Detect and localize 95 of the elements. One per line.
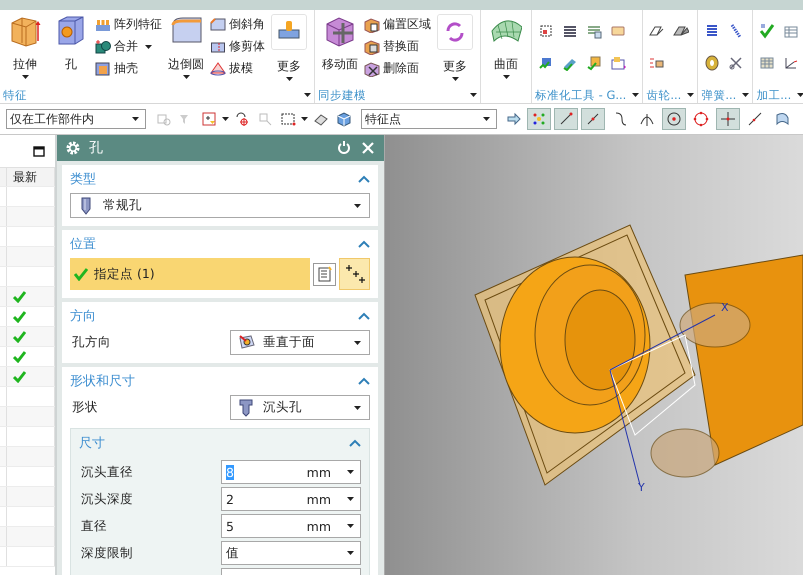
section-title[interactable]: 方向 xyxy=(70,307,96,325)
ribbon-button[interactable]: 阵列特征 xyxy=(95,16,162,33)
group-label: 弹簧... xyxy=(701,88,736,102)
reset-icon[interactable] xyxy=(336,140,352,156)
section-title[interactable]: 形状和尺寸 xyxy=(70,372,135,390)
field-label: 沉头直径 xyxy=(80,464,133,480)
group-label: 加工... xyxy=(756,88,792,102)
ribbon-button[interactable]: 替换面 xyxy=(364,38,431,55)
field-label: 形状 xyxy=(71,399,98,416)
caret-icon[interactable] xyxy=(687,93,694,97)
caret-icon xyxy=(354,204,361,208)
selection-step[interactable]: 指定点 (1) xyxy=(70,258,310,290)
box-icon xyxy=(9,15,41,47)
snap-all-icon[interactable] xyxy=(527,108,551,130)
midpoint-icon[interactable] xyxy=(581,108,605,130)
offset-icon xyxy=(364,16,380,32)
caret-icon xyxy=(502,75,510,79)
caret-icon[interactable] xyxy=(470,93,477,97)
field-label: 深度限制 xyxy=(80,544,133,562)
dropdown[interactable]: 特征点 xyxy=(361,109,497,129)
ribbon-button[interactable]: 曲面 xyxy=(484,14,528,79)
field-label: 直径 xyxy=(80,518,107,534)
gear-icon xyxy=(65,140,81,156)
replace-icon xyxy=(364,38,380,54)
dropdown[interactable]: 常规孔 xyxy=(70,193,370,218)
collapse-icon[interactable] xyxy=(358,175,370,183)
group-label: 同步建模 xyxy=(318,88,366,102)
endpoint-icon[interactable] xyxy=(554,108,578,130)
point-dialog-icon[interactable] xyxy=(313,262,336,286)
caret-icon xyxy=(182,75,190,79)
group-label: 标准化工具 - G... xyxy=(535,88,626,102)
ribbon-button[interactable]: 合并 xyxy=(95,38,162,55)
axis-label: X xyxy=(721,301,729,314)
caret-icon xyxy=(145,44,152,48)
caret-icon xyxy=(286,77,292,81)
ribbon-button[interactable]: 更多 xyxy=(433,14,477,81)
input-field[interactable]: 2 mm xyxy=(221,487,361,511)
dropdown[interactable]: 沉头孔 xyxy=(230,395,370,420)
caret-icon xyxy=(483,117,490,121)
close-icon[interactable] xyxy=(360,140,376,156)
ribbon-button[interactable]: 拔模 xyxy=(210,60,265,77)
section-title[interactable]: 类型 xyxy=(70,170,96,188)
input-field[interactable]: 5 mm xyxy=(221,514,361,538)
ribbon-button[interactable]: 偏置区域 xyxy=(364,16,431,33)
caret-icon[interactable] xyxy=(797,93,803,97)
caret-icon[interactable] xyxy=(632,93,640,97)
sketch-points-icon[interactable] xyxy=(339,258,370,290)
caret-icon xyxy=(301,117,308,121)
caret-icon xyxy=(347,497,354,501)
caret-icon xyxy=(222,117,229,121)
maximize-icon xyxy=(33,146,45,156)
collapse-icon[interactable] xyxy=(358,312,370,320)
dialog-title: 孔 xyxy=(89,139,104,157)
group-label: 齿轮... xyxy=(646,88,682,102)
caret-icon xyxy=(354,340,361,344)
group-label: 特征 xyxy=(3,88,27,102)
counterbore-icon xyxy=(239,398,255,416)
collapse-icon[interactable] xyxy=(358,240,370,248)
arc-center-icon[interactable] xyxy=(662,108,686,130)
caret-icon xyxy=(347,470,354,474)
collapse-icon[interactable] xyxy=(358,377,370,385)
ribbon-button[interactable]: 倒斜角 xyxy=(210,16,265,33)
chamfer-icon xyxy=(210,16,226,32)
field-label: 沉头深度 xyxy=(80,490,133,508)
ribbon-button[interactable]: 删除面 xyxy=(364,60,431,77)
ribbon-button[interactable]: 边倒圆 xyxy=(164,14,208,79)
collapse-icon[interactable] xyxy=(349,439,361,447)
move-face-icon xyxy=(324,15,356,47)
dropdown[interactable]: 值 xyxy=(221,541,361,565)
dropdown[interactable]: 仅在工作部件内 xyxy=(6,109,146,129)
unite-icon xyxy=(95,38,111,54)
caret-icon[interactable] xyxy=(304,93,311,97)
ribbon-button[interactable]: 更多 xyxy=(267,14,311,81)
caret-icon[interactable] xyxy=(742,93,750,97)
caret-icon xyxy=(452,77,458,81)
caret-icon xyxy=(347,524,354,528)
input-field[interactable]: 8 mm xyxy=(221,460,361,484)
field-label: 孔方向 xyxy=(71,334,111,351)
draft-icon xyxy=(210,60,226,76)
normal-face-icon xyxy=(239,334,255,352)
caret-icon xyxy=(132,117,139,121)
ribbon-button[interactable]: 拉伸 xyxy=(3,14,47,79)
shell-icon xyxy=(95,60,111,76)
axis-label: Y xyxy=(638,481,645,494)
delete-face-icon xyxy=(364,60,380,76)
ribbon-button[interactable]: 抽壳 xyxy=(95,60,162,77)
ribbon-button[interactable]: 孔 xyxy=(49,14,93,73)
caret-icon xyxy=(22,75,28,79)
dropdown[interactable]: 垂直于面 xyxy=(230,330,370,355)
caret-icon xyxy=(354,406,361,410)
caret-icon xyxy=(347,551,354,555)
ribbon-button[interactable]: 移动面 xyxy=(318,14,362,73)
crosshair-icon[interactable] xyxy=(716,108,740,130)
section-title[interactable]: 位置 xyxy=(70,235,96,253)
ribbon-button[interactable]: 修剪体 xyxy=(210,38,265,55)
